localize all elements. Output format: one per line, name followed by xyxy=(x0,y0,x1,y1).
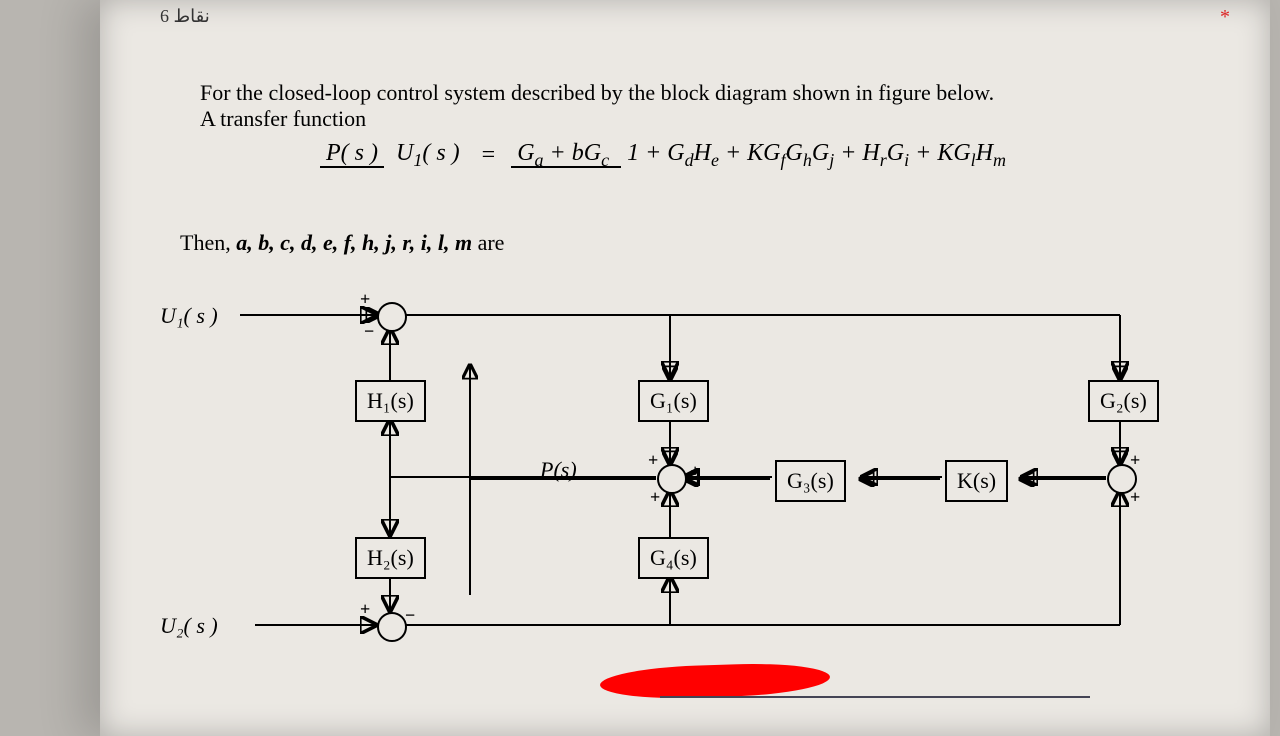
block-g3: G₃(s) xyxy=(775,460,846,502)
rhs-fraction: Ga + bGc 1 + GdHe + KGfGhGj + HrGi + KGl… xyxy=(511,140,1012,171)
block-h1: H₁(s) xyxy=(355,380,426,422)
lhs-fraction: P( s ) U1( s ) xyxy=(320,140,466,171)
transfer-function-formula: P( s ) U1( s ) = Ga + bGc 1 + GdHe + KGf… xyxy=(320,140,1012,171)
question-text: For the closed-loop control system descr… xyxy=(200,80,1170,132)
page: 6 نقاط * For the closed-loop control sys… xyxy=(100,0,1270,736)
p-output-label: P(s) xyxy=(540,457,577,483)
question-line1: For the closed-loop control system descr… xyxy=(200,80,994,105)
sum-junction-2 xyxy=(657,464,687,494)
s4-minus: − xyxy=(405,605,415,626)
s4-plus: + xyxy=(360,599,370,620)
s1-plus: + xyxy=(360,289,370,310)
s2-right: + xyxy=(690,461,700,482)
block-diagram: U₁( s ) U₂( s ) P(s) + − + − + + + + + H… xyxy=(200,285,1180,685)
s3-top: + xyxy=(1130,450,1140,471)
block-h2: H₂(s) xyxy=(355,537,426,579)
u2-label: U₂( s ) xyxy=(160,613,218,639)
s2-bot: + xyxy=(650,487,660,508)
points-label: 6 نقاط xyxy=(160,6,210,27)
sum-junction-1 xyxy=(377,302,407,332)
u1-label: U₁( s ) xyxy=(160,303,218,329)
block-g4: G₄(s) xyxy=(638,537,709,579)
block-g2: G₂(s) xyxy=(1088,380,1159,422)
s2-top: + xyxy=(648,450,658,471)
then-line: Then, a, b, c, d, e, f, h, j, r, i, l, m… xyxy=(180,230,504,256)
diagram-wires-main xyxy=(200,285,1180,685)
question-line2: A transfer function xyxy=(200,106,366,131)
block-k: K(s) xyxy=(945,460,1008,502)
block-g1: G₁(s) xyxy=(638,380,709,422)
required-star-icon: * xyxy=(1220,6,1230,29)
s1-minus: − xyxy=(364,321,374,342)
underline-mark xyxy=(660,696,1090,698)
s3-bot: + xyxy=(1130,487,1140,508)
sum-junction-4 xyxy=(377,612,407,642)
